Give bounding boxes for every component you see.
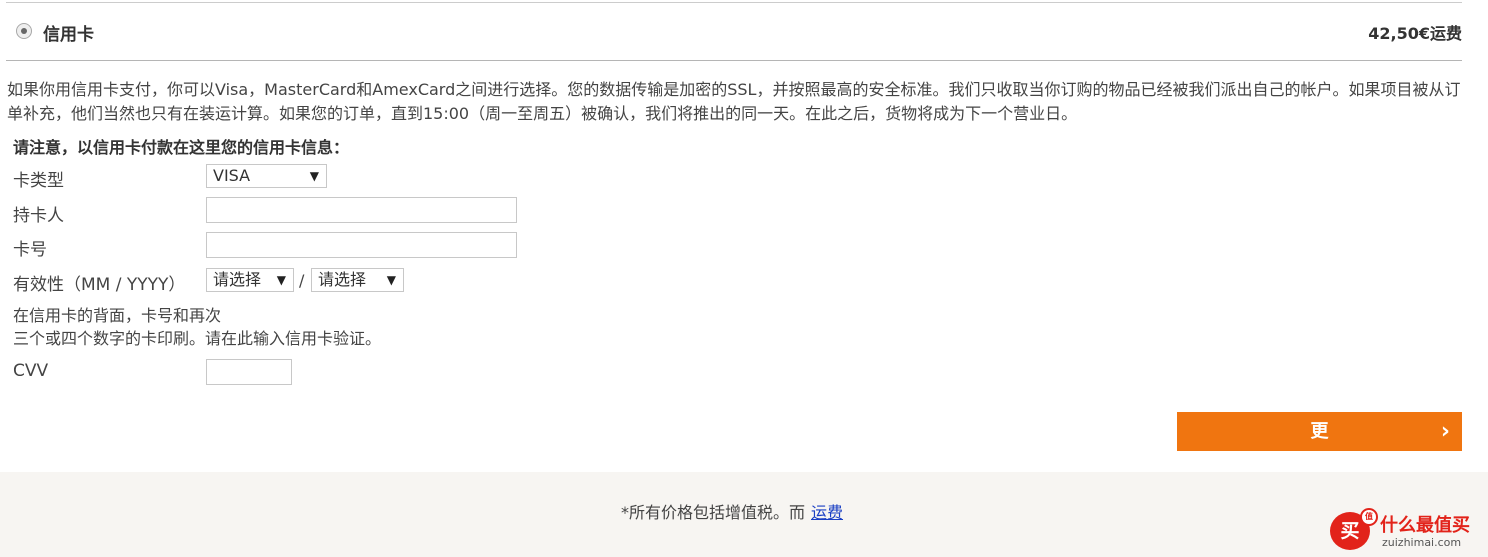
chevron-down-icon: ▼ xyxy=(386,273,396,287)
shipping-link[interactable]: 运费 xyxy=(811,503,843,522)
expiry-year-value: 请选择 xyxy=(318,270,367,289)
cvv-input[interactable] xyxy=(206,359,292,385)
cvv-help-text: 在信用卡的背面，卡号和再次 三个或四个数字的卡印刷。请在此输入信用卡验证。 xyxy=(13,304,381,350)
cvv-label: CVV xyxy=(13,361,49,381)
payment-method-header[interactable]: 信用卡 42,50€运费 xyxy=(6,3,1462,61)
next-button[interactable]: 更 › xyxy=(1177,412,1462,451)
expiry-month-value: 请选择 xyxy=(213,270,262,289)
card-number-label: 卡号 xyxy=(13,240,47,260)
next-button-label: 更 xyxy=(1310,421,1329,442)
radio-button-credit-card[interactable] xyxy=(16,23,32,39)
card-number-input[interactable] xyxy=(206,232,517,258)
expiry-year-select[interactable]: 请选择 ▼ xyxy=(311,268,404,292)
chevron-down-icon: ▼ xyxy=(309,169,319,183)
site-watermark-logo: 买 值 什么最值买 zuizhimai.com xyxy=(1330,508,1480,552)
card-type-label: 卡类型 xyxy=(13,171,64,191)
vat-note: *所有价格包括增值税。而 xyxy=(620,503,805,522)
watermark-badge-icon: 值 xyxy=(1360,508,1378,526)
credit-card-notice: 请注意，以信用卡付款在这里您的信用卡信息： xyxy=(13,138,350,157)
footer-note: *所有价格包括增值税。而 运费 xyxy=(0,499,1464,523)
payment-method-label[interactable]: 信用卡 xyxy=(43,20,94,45)
expiry-separator: / xyxy=(299,271,305,290)
card-holder-input[interactable] xyxy=(206,197,517,223)
expiry-month-select[interactable]: 请选择 ▼ xyxy=(206,268,294,292)
watermark-name: 什么最值买 xyxy=(1380,515,1470,536)
cvv-help-line: 三个或四个数字的卡印刷。请在此输入信用卡验证。 xyxy=(13,329,382,348)
shipping-cost: 42,50€运费 xyxy=(1368,24,1462,43)
watermark-domain: zuizhimai.com xyxy=(1382,536,1462,549)
chevron-right-icon: › xyxy=(1440,419,1450,444)
card-holder-label: 持卡人 xyxy=(13,206,64,226)
payment-description: 如果你用信用卡支付，你可以Visa，MasterCard和AmexCard之间进… xyxy=(7,80,1461,123)
expiry-label: 有效性（MM / YYYY） xyxy=(13,275,186,295)
footer: *所有价格包括增值税。而 运费 xyxy=(0,472,1488,557)
card-type-select[interactable]: VISA ▼ xyxy=(206,164,327,188)
chevron-down-icon: ▼ xyxy=(276,273,286,287)
card-type-value: VISA xyxy=(213,166,251,185)
cvv-help-line: 在信用卡的背面，卡号和再次 xyxy=(13,306,222,325)
